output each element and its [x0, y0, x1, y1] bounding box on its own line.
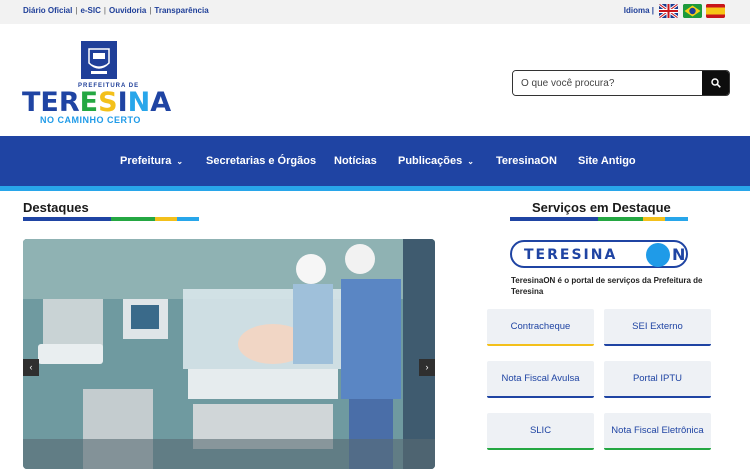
title-underline	[510, 217, 598, 221]
nav-publicacoes[interactable]: Publicações ⌄	[398, 155, 474, 167]
servicos-title: Serviços em Destaque	[532, 200, 671, 215]
service-slic-button[interactable]: SLIC	[487, 413, 594, 450]
service-portal-iptu-button[interactable]: Portal IPTU	[604, 361, 711, 398]
slider-next-button[interactable]: ›	[419, 359, 435, 376]
service-nota-fiscal-eletronica-button[interactable]: Nota Fiscal Eletrônica	[604, 413, 711, 450]
teresinaon-logo[interactable]: TERESINA N	[510, 240, 688, 268]
idioma-label: Idioma |	[623, 6, 654, 15]
link-ouvidoria[interactable]: Ouvidoria	[109, 6, 146, 15]
english-flag-icon[interactable]	[659, 4, 678, 18]
chevron-down-icon: ⌄	[176, 157, 184, 166]
search-input[interactable]	[513, 71, 703, 95]
service-sei-externo-button[interactable]: SEI Externo	[604, 309, 711, 346]
top-links: Diário Oficial | e-SIC | Ouvidoria | Transparê…	[23, 6, 209, 15]
slider-prev-button[interactable]: ‹	[23, 359, 39, 376]
service-nota-fiscal-avulsa-button[interactable]: Nota Fiscal Avulsa	[487, 361, 594, 398]
search-box	[512, 70, 730, 96]
nav-teresinaon[interactable]: TeresinaON	[496, 155, 557, 167]
city-seal-logo[interactable]	[81, 41, 117, 79]
logo-teresina-wordmark[interactable]: TERESINA	[22, 89, 171, 116]
title-underline	[23, 217, 111, 221]
destaques-title: Destaques	[23, 200, 89, 215]
nav-prefeitura[interactable]: Prefeitura ⌄	[120, 155, 183, 167]
main-navbar: Prefeitura ⌄ Secretarias e Órgãos Notícia…	[0, 136, 750, 186]
nav-site-antigo[interactable]: Site Antigo	[578, 155, 636, 167]
nav-accent-strip	[0, 186, 750, 191]
search-icon	[711, 78, 721, 88]
service-contracheque-button[interactable]: Contracheque	[487, 309, 594, 346]
link-e-sic[interactable]: e-SIC	[80, 6, 100, 15]
link-diario-oficial[interactable]: Diário Oficial	[23, 6, 72, 15]
teresinaon-description: TeresinaON é o portal de serviços da Pre…	[511, 276, 703, 296]
teresinaon-logo-n: N	[672, 245, 686, 264]
top-bar: Diário Oficial | e-SIC | Ouvidoria | Transparê…	[0, 0, 750, 24]
teresinaon-power-icon	[646, 243, 670, 267]
portuguese-flag-icon[interactable]	[683, 4, 702, 18]
destaques-slide-image[interactable]	[23, 239, 435, 469]
search-button[interactable]	[702, 71, 729, 95]
chevron-down-icon: ⌄	[467, 157, 474, 166]
logo-tagline: NO CAMINHO CERTO	[40, 115, 141, 125]
teresinaon-logo-text: TERESINA	[524, 247, 618, 263]
spanish-flag-icon[interactable]	[706, 4, 725, 18]
nav-secretarias[interactable]: Secretarias e Órgãos	[206, 155, 316, 167]
nav-noticias[interactable]: Notícias	[334, 155, 377, 167]
link-transparencia[interactable]: Transparência	[154, 6, 208, 15]
